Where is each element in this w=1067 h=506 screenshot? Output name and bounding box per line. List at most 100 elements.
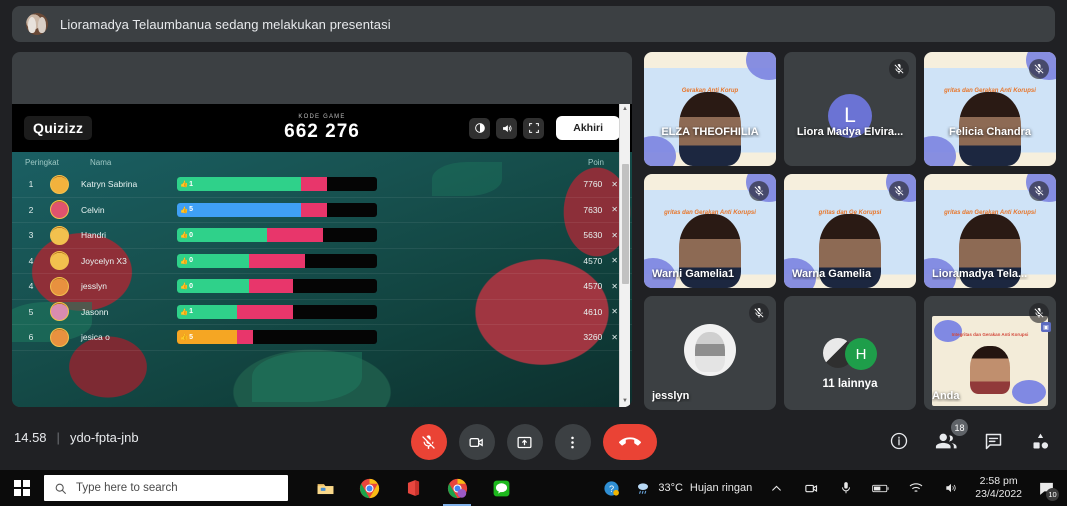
participant-name-label: Anda <box>932 390 960 402</box>
participant-tile[interactable]: gritas dan Gerakan Anti KorupsiFelicia C… <box>924 52 1056 166</box>
microphone-off-button[interactable] <box>410 424 447 460</box>
participant-tile[interactable]: L Liora Madya Elvira... <box>784 52 916 166</box>
scrollbar-thumb[interactable] <box>622 164 629 284</box>
wifi-icon[interactable] <box>905 477 927 499</box>
remove-player-icon[interactable]: ✕ <box>611 180 618 189</box>
row-points-group: 5630 ✕ <box>583 230 618 240</box>
mic-off-icon <box>749 303 769 323</box>
google-chrome-icon[interactable] <box>358 477 380 499</box>
remove-player-icon[interactable]: ✕ <box>611 282 618 291</box>
search-input[interactable]: Type here to search <box>44 475 288 501</box>
end-game-button[interactable]: Akhiri <box>556 116 620 140</box>
player-avatar-icon <box>50 225 69 245</box>
line-messenger-icon[interactable] <box>490 477 512 499</box>
theme-icon[interactable] <box>469 117 491 139</box>
participant-photo-avatar <box>684 324 736 376</box>
row-points-group: 4610 ✕ <box>583 307 618 317</box>
meet-tray-icon[interactable] <box>800 477 822 499</box>
participant-tile[interactable]: H 11 lainnya <box>784 296 916 410</box>
shared-screen-panel[interactable]: Quizizz KODE GAME 662 276 Akhiri Peringk… <box>12 52 632 407</box>
remove-player-icon[interactable]: ✕ <box>611 256 618 265</box>
participant-tile[interactable]: gritas dan Ge KorupsiWarna Gamelia <box>784 174 916 288</box>
row-rank: 6 <box>28 332 34 343</box>
chrome-meet-icon[interactable] <box>443 477 471 506</box>
file-explorer-icon[interactable] <box>314 477 336 499</box>
presentation-banner-text: Lioramadya Telaumbanua sedang melakukan … <box>60 16 391 32</box>
windows-start-icon[interactable] <box>0 480 44 496</box>
battery-icon[interactable] <box>870 477 892 499</box>
pin-icon: ▣ <box>1041 322 1051 332</box>
weather-rain-icon <box>638 483 649 494</box>
microsoft-office-icon[interactable] <box>402 477 424 499</box>
remove-player-icon[interactable]: ✕ <box>611 231 618 240</box>
thumbs-up-icon: 👍 <box>180 232 189 240</box>
player-avatar-icon <box>50 200 69 220</box>
mic-off-icon <box>749 181 769 201</box>
meeting-details-button[interactable] <box>889 431 909 451</box>
row-points-group: 3260 ✕ <box>583 332 618 342</box>
row-points: 4610 <box>583 306 603 317</box>
player-avatar-icon <box>50 276 69 296</box>
participant-tile[interactable]: gritas dan Gerakan Anti KorupsiLioramady… <box>924 174 1056 288</box>
volume-icon[interactable] <box>496 117 518 139</box>
volume-icon[interactable] <box>940 477 962 499</box>
participants-count-badge: 18 <box>951 419 968 436</box>
hang-up-button[interactable] <box>602 424 657 460</box>
participant-avatar-icon <box>26 13 48 35</box>
fullscreen-icon[interactable] <box>523 117 545 139</box>
share-screen-scrollbar[interactable]: ▲ ▼ <box>619 104 630 407</box>
leaderboard-rows: 1 Katryn Sabrina 👍 1 7760 ✕ 2 Celvin 👍 5 7630 ✕ 3 Han… <box>12 172 632 351</box>
participant-tile[interactable]: jesslyn <box>644 296 776 410</box>
scroll-down-arrow[interactable]: ▼ <box>620 396 630 407</box>
row-score-bar: 👍 1 <box>177 304 377 319</box>
leaderboard-row: 3 Handri 👍 0 5630 ✕ <box>12 223 632 249</box>
leaderboard-row: 2 Celvin 👍 5 7630 ✕ <box>12 198 632 223</box>
remove-player-icon[interactable]: ✕ <box>611 307 618 316</box>
row-player-name: jesslyn <box>81 281 107 292</box>
microphone-tray-icon[interactable] <box>835 477 857 499</box>
participant-tile[interactable]: Gerakan Anti KorupELZA THEOFHILIA <box>644 52 776 166</box>
participants-button[interactable]: 18 <box>935 419 968 452</box>
taskbar-clock[interactable]: 2:58 pm 23/4/2022 <box>975 475 1022 501</box>
activities-button[interactable] <box>1030 431 1051 452</box>
row-player-name: Handri <box>81 230 107 241</box>
meeting-right-actions: 18 <box>889 419 1051 452</box>
remove-player-icon[interactable]: ✕ <box>611 333 618 342</box>
quizizz-tools: Akhiri <box>469 116 620 140</box>
more-options-button[interactable] <box>554 424 591 460</box>
participant-tile[interactable]: gritas dan Gerakan Anti KorupsiWarni Gam… <box>644 174 776 288</box>
leaderboard-row: 4 Joycelyn X3 👍 0 4570 ✕ <box>12 249 632 274</box>
present-screen-button[interactable] <box>506 424 543 460</box>
quizizz-leaderboard: Peringkat Nama Poin 1 Katryn Sabrina 👍 1 776… <box>12 152 632 407</box>
thumbs-up-icon: 👍 <box>180 308 189 316</box>
show-hidden-icons-icon[interactable] <box>765 477 787 499</box>
row-score-bar: 👍 1 <box>177 177 377 192</box>
row-rank: 1 <box>28 179 34 190</box>
column-header-points: Poin <box>587 157 604 167</box>
row-score-bar: 👍 0 <box>177 279 377 294</box>
weather-temperature: 33°C <box>658 482 683 494</box>
notifications-icon[interactable]: 10 <box>1035 477 1059 501</box>
remove-player-icon[interactable]: ✕ <box>611 205 618 214</box>
mic-off-icon <box>889 181 909 201</box>
player-avatar-icon <box>50 327 69 347</box>
row-score-bar: 👍 5 <box>177 202 377 217</box>
thumbs-up-icon: 👍 <box>180 257 189 265</box>
scroll-up-arrow[interactable]: ▲ <box>620 104 630 115</box>
leaderboard-row: 6 jesica o 👍 5 3260 ✕ <box>12 325 632 351</box>
mic-off-icon <box>889 59 909 79</box>
leaderboard-row: 1 Katryn Sabrina 👍 1 7760 ✕ <box>12 172 632 198</box>
camera-button[interactable] <box>458 424 495 460</box>
row-player-name: jesica o <box>81 332 110 343</box>
weather-widget[interactable]: 33°C Hujan ringan <box>635 480 752 496</box>
row-points: 7760 <box>583 179 603 190</box>
row-points-group: 7630 ✕ <box>583 205 618 215</box>
clock-time: 2:58 pm <box>979 475 1018 487</box>
participant-name-label: Liora Madya Elvira... <box>796 126 904 138</box>
participant-name-label: 11 lainnya <box>822 378 878 390</box>
row-points: 5630 <box>583 230 603 241</box>
row-score-bar: 👍 5 <box>177 330 377 345</box>
participant-tile[interactable]: Integritas dan Gerakan Anti Korupsi ▣ Anda <box>924 296 1056 410</box>
chat-button[interactable] <box>983 431 1004 452</box>
help-icon[interactable]: ? <box>600 477 622 499</box>
